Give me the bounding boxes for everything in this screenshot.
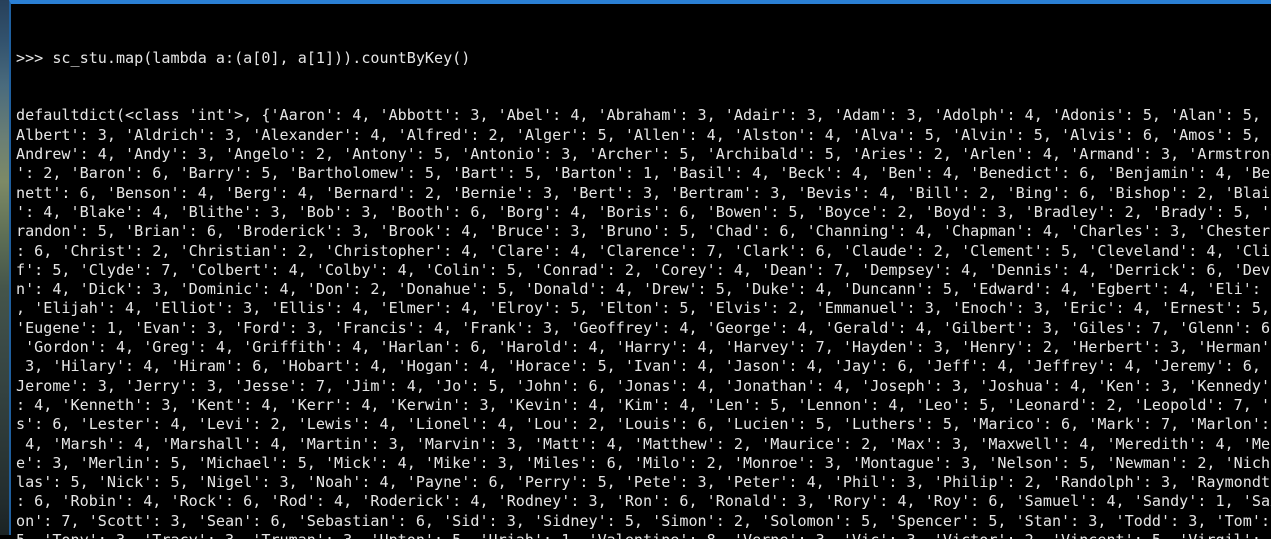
terminal-output-line: 'Eugene': 1, 'Evan': 3, 'Ford': 3, 'Fran…: [16, 318, 1271, 337]
terminal-output-area[interactable]: >>> sc_stu.map(lambda a:(a[0], a[1])).co…: [11, 8, 1271, 539]
terminal-output-line: : 4, 'Kenneth': 3, 'Kent': 4, 'Kerr': 4,…: [16, 395, 1271, 414]
terminal-window[interactable]: >>> sc_stu.map(lambda a:(a[0], a[1])).co…: [9, 0, 1271, 539]
terminal-output-line: ': 4, 'Blake': 4, 'Blithe': 3, 'Bob': 3,…: [16, 202, 1271, 221]
terminal-output-line: ': 2, 'Baron': 6, 'Barry': 5, 'Bartholom…: [16, 164, 1271, 183]
terminal-output-line: nett': 6, 'Benson': 4, 'Berg': 4, 'Berna…: [16, 183, 1271, 202]
terminal-output-lines: defaultdict(<class 'int'>, {'Aaron': 4, …: [16, 106, 1271, 539]
terminal-output-line: e': 3, 'Merlin': 5, 'Michael': 5, 'Mick'…: [16, 453, 1271, 472]
terminal-output-line: Jerome': 3, 'Jerry': 3, 'Jesse': 7, 'Jim…: [16, 376, 1271, 395]
terminal-output-line: n': 4, 'Dick': 3, 'Dominic': 4, 'Don': 2…: [16, 280, 1271, 299]
terminal-output-line: 3, 'Hilary': 4, 'Hiram': 6, 'Hobart': 4,…: [16, 357, 1271, 376]
terminal-output-line: : 6, 'Christ': 2, 'Christian': 2, 'Chris…: [16, 241, 1271, 260]
terminal-output-line: s': 6, 'Lester': 4, 'Levi': 2, 'Lewis': …: [16, 415, 1271, 434]
terminal-output-line: 5, 'Tony': 3, 'Tracy': 3, 'Truman': 3, '…: [16, 531, 1271, 539]
terminal-output-line: las': 5, 'Nick': 5, 'Nigel': 3, 'Noah': …: [16, 473, 1271, 492]
terminal-output-line: Albert': 3, 'Aldrich': 3, 'Alexander': 4…: [16, 125, 1271, 144]
terminal-output-line: , 'Elijah': 4, 'Elliot': 3, 'Ellis': 4, …: [16, 299, 1271, 318]
terminal-command-line: >>> sc_stu.map(lambda a:(a[0], a[1])).co…: [16, 48, 471, 67]
terminal-output-line: Andrew': 4, 'Andy': 3, 'Angelo': 2, 'Ant…: [16, 145, 1271, 164]
terminal-output-line: f': 5, 'Clyde': 7, 'Colbert': 4, 'Colby'…: [16, 260, 1271, 279]
terminal-output-line: randon': 5, 'Brian': 6, 'Broderick': 3, …: [16, 222, 1271, 241]
terminal-output-line: 'Gordon': 4, 'Greg': 4, 'Griffith': 4, '…: [16, 338, 1271, 357]
terminal-output-line: : 6, 'Robin': 4, 'Rock': 6, 'Rod': 4, 'R…: [16, 492, 1271, 511]
terminal-output-line: defaultdict(<class 'int'>, {'Aaron': 4, …: [16, 106, 1271, 125]
terminal-output-line: 4, 'Marsh': 4, 'Marshall': 4, 'Martin': …: [16, 434, 1271, 453]
terminal-output-line: on': 7, 'Scott': 3, 'Sean': 6, 'Sebastia…: [16, 511, 1271, 530]
desktop-wallpaper-edge: [0, 0, 9, 535]
